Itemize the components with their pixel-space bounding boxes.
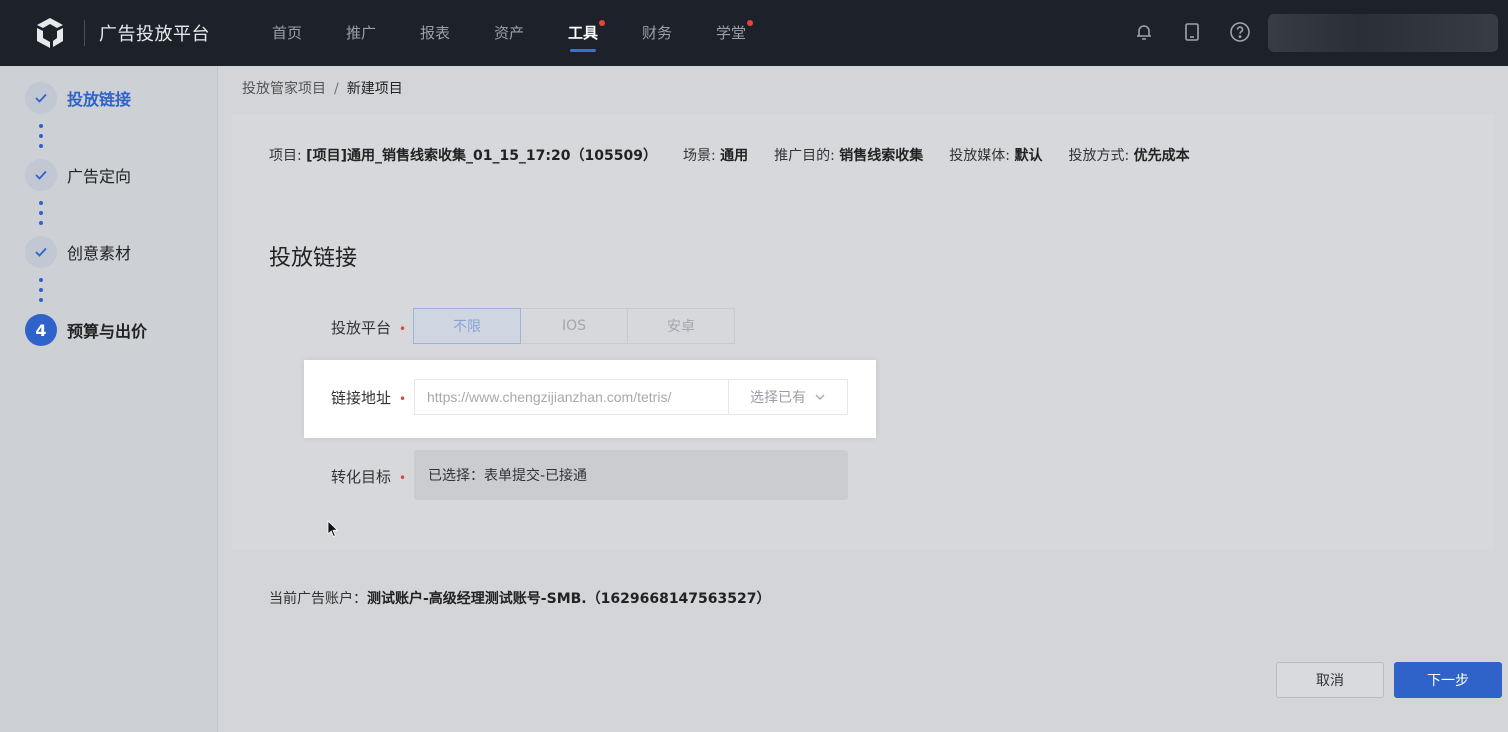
nav-item-assets[interactable]: 资产 — [472, 0, 546, 66]
step-targeting[interactable]: 广告定向 — [25, 159, 131, 191]
bell-icon[interactable] — [1130, 18, 1158, 46]
step-label: 投放链接 — [67, 90, 132, 109]
url-label: 链接地址 • — [331, 389, 407, 407]
mouse-cursor-icon — [327, 520, 339, 538]
step-label: 预算与出价 — [67, 322, 148, 341]
help-icon[interactable] — [1226, 18, 1254, 46]
nav-item-academy[interactable]: 学堂 — [694, 0, 768, 66]
required-mark: • — [399, 322, 407, 336]
cancel-button[interactable]: 取消 — [1276, 662, 1384, 698]
notification-dot — [747, 20, 753, 26]
step-label: 广告定向 — [67, 167, 132, 186]
notification-dot — [599, 20, 605, 26]
step-budget[interactable]: 4 预算与出价 — [25, 314, 147, 346]
platform-selector: 不限 IOS 安卓 — [413, 308, 735, 344]
nav-item-reports[interactable]: 报表 — [398, 0, 472, 66]
nav-item-promote[interactable]: 推广 — [324, 0, 398, 66]
chevron-down-icon — [815, 394, 825, 400]
platform-option-ios[interactable]: IOS — [520, 308, 628, 344]
step-creative[interactable]: 创意素材 — [25, 236, 131, 268]
check-icon — [25, 236, 57, 268]
check-icon — [25, 159, 57, 191]
platform-option-any[interactable]: 不限 — [413, 308, 521, 344]
required-mark: • — [399, 392, 407, 406]
project-info: 项目: [项目]通用_销售线索收集_01_15_17:20（105509） 场景… — [269, 145, 1190, 165]
step-sidebar: 投放链接 广告定向 创意素材 4 预算与出价 — [0, 66, 218, 732]
step-connector — [39, 124, 43, 148]
breadcrumb-parent[interactable]: 投放管家项目 — [242, 81, 326, 97]
breadcrumb: 投放管家项目 / 新建项目 — [242, 78, 403, 98]
method-info-item: 投放方式: 优先成本 — [1068, 148, 1190, 164]
nav-item-finance[interactable]: 财务 — [620, 0, 694, 66]
media-info-item: 投放媒体: 默认 — [949, 148, 1043, 164]
nav-item-tools[interactable]: 工具 — [546, 0, 620, 66]
target-label: 转化目标 • — [331, 468, 407, 486]
current-account: 当前广告账户：测试账户-高级经理测试账号-SMB.（16296681475635… — [269, 591, 771, 607]
header-actions — [1130, 18, 1254, 46]
scene-info-item: 场景: 通用 — [682, 148, 749, 164]
conversion-target-field[interactable]: 已选择：表单提交-已接通 — [414, 450, 848, 500]
brand-divider — [84, 20, 85, 46]
platform-option-android[interactable]: 安卓 — [627, 308, 735, 344]
url-input[interactable]: https://www.chengzijianzhan.com/tetris/ — [414, 379, 728, 415]
next-step-button[interactable]: 下一步 — [1394, 662, 1502, 698]
top-nav: 广告投放平台 首页 推广 报表 资产 工具 财务 学堂 — [0, 0, 1508, 66]
project-info-item: 项目: [项目]通用_销售线索收集_01_15_17:20（105509） — [269, 148, 657, 164]
step-connector — [39, 201, 43, 225]
breadcrumb-current: 新建项目 — [346, 81, 403, 97]
required-mark: • — [399, 471, 407, 485]
select-existing-dropdown[interactable]: 选择已有 — [728, 379, 848, 415]
step-link[interactable]: 投放链接 — [25, 82, 131, 114]
nav-item-home[interactable]: 首页 — [250, 0, 324, 66]
platform-label: 投放平台 • — [331, 319, 407, 337]
purpose-info-item: 推广目的: 销售线索收集 — [774, 148, 924, 164]
step-connector — [39, 278, 43, 302]
breadcrumb-separator: / — [334, 81, 339, 97]
tablet-icon[interactable] — [1178, 18, 1206, 46]
check-icon — [25, 82, 57, 114]
brand-title: 广告投放平台 — [99, 24, 210, 45]
section-title: 投放链接 — [269, 246, 358, 271]
step-number: 4 — [25, 314, 57, 346]
step-label: 创意素材 — [67, 244, 132, 263]
select-existing-label: 选择已有 — [750, 390, 806, 406]
platform-logo-icon[interactable] — [32, 15, 68, 51]
user-account-area[interactable] — [1268, 14, 1498, 52]
main-nav: 首页 推广 报表 资产 工具 财务 学堂 — [250, 0, 768, 66]
